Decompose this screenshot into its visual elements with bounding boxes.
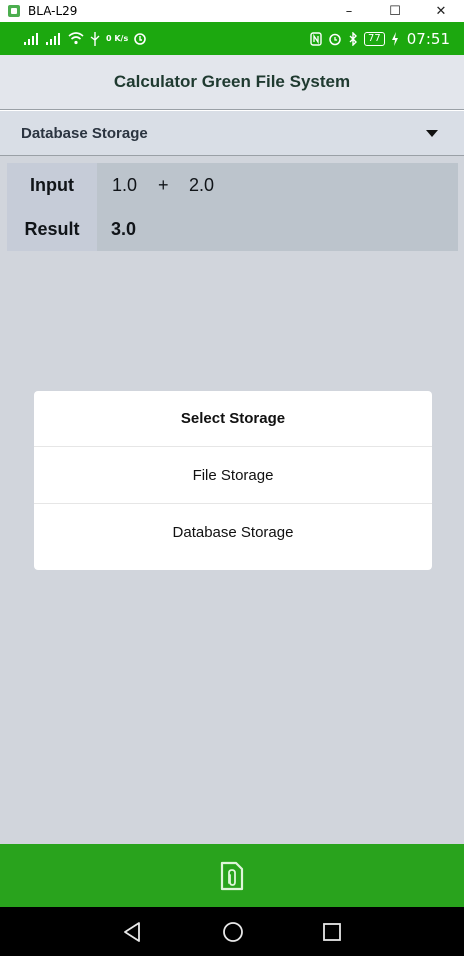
status-left-icons: 0 K/s [24,31,147,46]
nav-recents-button[interactable] [302,907,362,956]
calculator-label-column: Input Result [7,163,97,251]
input-label: Input [30,175,74,195]
home-circle-icon [223,921,243,942]
app-window-icon [8,5,20,17]
window-controls: – ☐ ✕ [326,0,464,22]
network-speed: 0 K/s [106,34,129,43]
nfc-icon [310,31,322,46]
status-bar: 0 K/s 77 07:51 [0,22,464,55]
signal-icon [46,32,62,45]
operand-b-field[interactable]: 2.0 [189,175,214,196]
result-label: Result [24,219,80,239]
dialog-title: Select Storage [180,410,286,427]
wifi-icon [68,32,84,45]
recents-square-icon [323,922,341,941]
option-database-storage[interactable]: Database Storage [34,504,432,560]
nav-back-button[interactable] [102,907,162,956]
app-title: Calculator Green File System [113,72,351,91]
storage-spinner[interactable]: Database Storage [0,111,464,156]
data-saver-icon [134,32,147,45]
charging-icon [391,31,398,46]
bluetooth-icon [349,31,358,46]
maximize-button[interactable]: ☐ [372,0,418,22]
alarm-icon [329,33,341,45]
close-button[interactable]: ✕ [418,0,464,22]
result-value: 3.0 [111,219,137,239]
signal-icon [24,32,40,45]
usb-icon [90,31,100,46]
select-storage-dialog: Select Storage File Storage Database Sto… [34,391,432,570]
navigation-bar [0,907,464,956]
app-bar: Calculator Green File System [0,55,464,110]
spinner-selected-value: Database Storage [21,124,148,142]
minimize-button[interactable]: – [326,0,372,22]
option-file-storage[interactable]: File Storage [34,447,432,503]
dropdown-arrow-icon [426,130,438,137]
nav-home-button[interactable] [203,907,263,956]
window-title-bar: BLA-L29 – ☐ ✕ [0,0,464,22]
battery-indicator: 77 [364,31,385,46]
calculator-panel: Input Result 1.0 + 2.0 3.0 [7,163,458,251]
status-right-icons: 77 07:51 [310,22,450,55]
operand-a-field[interactable]: 1.0 [112,175,137,196]
bottom-action-bar [0,844,464,907]
operator-field[interactable]: + [158,175,169,196]
back-triangle-icon [124,921,140,942]
window-title: BLA-L29 [28,4,78,18]
status-time: 07:51 [406,29,450,48]
file-attachment-icon[interactable] [219,861,245,891]
